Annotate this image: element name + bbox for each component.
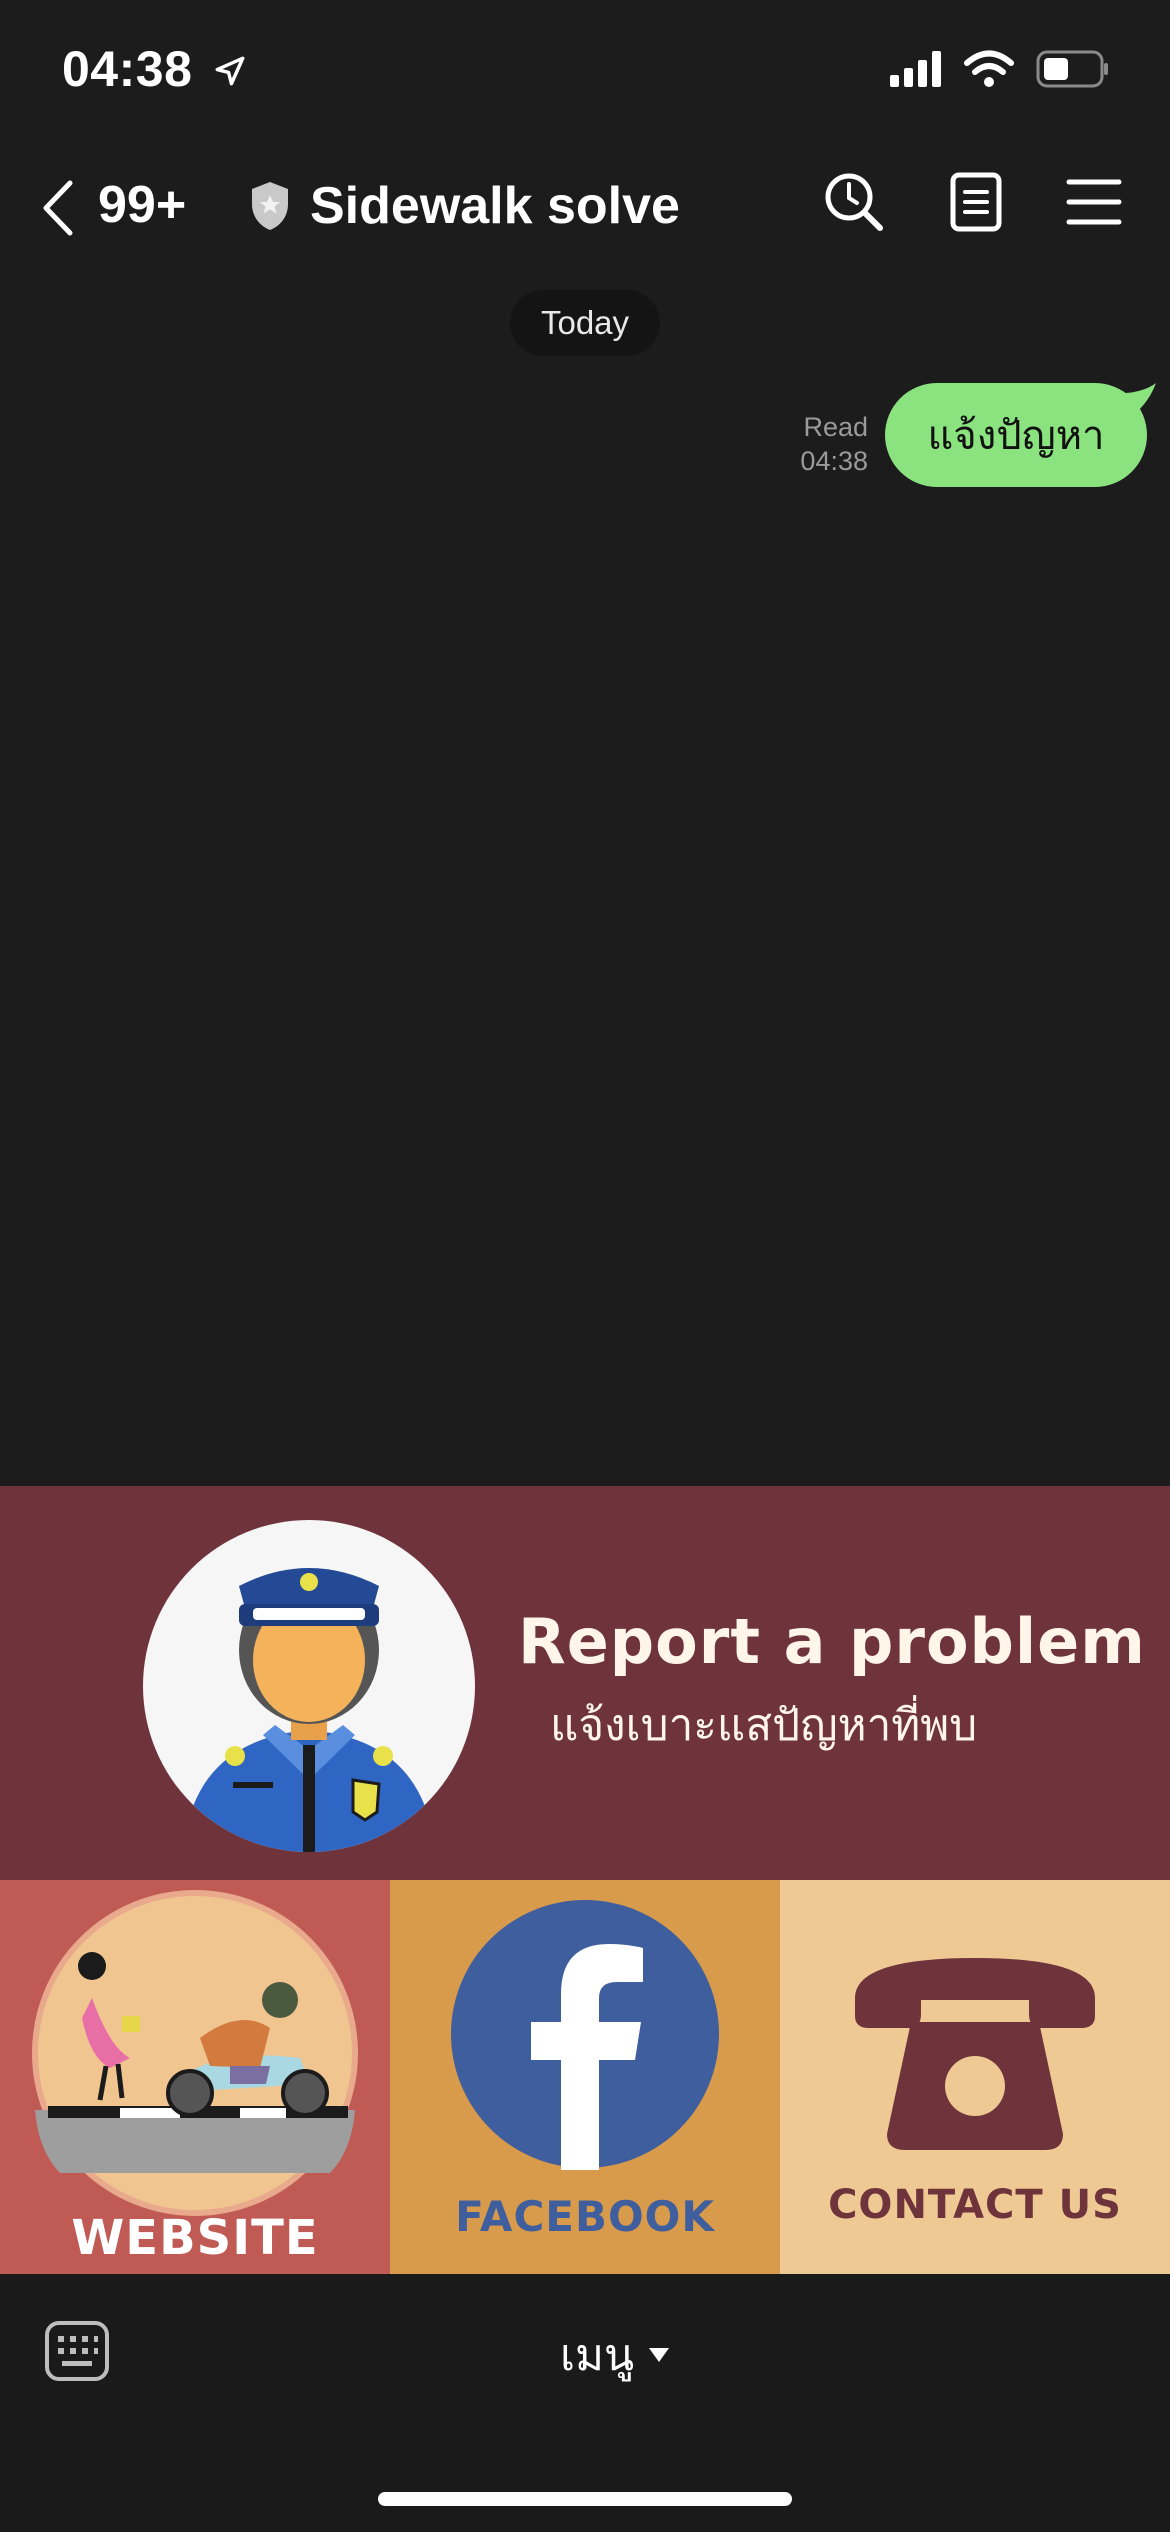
chat-title: Sidewalk solve (310, 177, 680, 235)
menu-label: เมนู (560, 2330, 635, 2381)
back-button[interactable] (40, 175, 90, 241)
facebook-label: FACEBOOK (455, 2192, 715, 2241)
contact-us-label: CONTACT US (828, 2182, 1122, 2228)
phone-icon (855, 1958, 1095, 2150)
facebook-button[interactable]: FACEBOOK (390, 1880, 780, 2274)
home-indicator[interactable] (378, 2492, 792, 2506)
search-icon[interactable] (822, 170, 886, 234)
contact-us-button[interactable]: CONTACT US (780, 1880, 1170, 2274)
facebook-icon (451, 1900, 719, 2170)
chevron-left-icon (43, 180, 73, 236)
notes-icon[interactable] (948, 170, 1004, 234)
message-bubble[interactable]: แจ้งปัญหา (885, 383, 1147, 487)
header-actions (822, 170, 1122, 234)
unread-count[interactable]: 99+ (98, 175, 186, 235)
website-button[interactable]: WEBSITE (0, 1880, 390, 2274)
message-read-receipt: Read 04:38 (800, 410, 868, 478)
location-arrow-icon (215, 56, 245, 86)
website-label: WEBSITE (71, 2210, 319, 2266)
status-indicators (890, 50, 1110, 88)
verified-shield-icon (248, 180, 292, 237)
keyboard-toggle-icon[interactable] (44, 2320, 110, 2382)
report-subtitle: แจ้งเบาะแสปัญหาที่พบ (550, 1700, 978, 1751)
police-officer-illustration (143, 1520, 475, 1852)
message-time: 04:38 (800, 446, 868, 476)
read-status: Read (803, 412, 868, 442)
rich-menu-toggle[interactable]: เมนู (560, 2320, 670, 2390)
hamburger-menu-icon[interactable] (1066, 176, 1122, 228)
status-time: 04:38 (62, 40, 247, 98)
scooter-thief-illustration (32, 1890, 358, 2216)
date-separator: Today (510, 290, 660, 356)
caret-down-icon (649, 2348, 670, 2362)
report-title: Report a problem (518, 1605, 1146, 1678)
signal-icon (890, 51, 941, 87)
battery-icon (1036, 50, 1108, 88)
wifi-icon (964, 50, 1014, 87)
